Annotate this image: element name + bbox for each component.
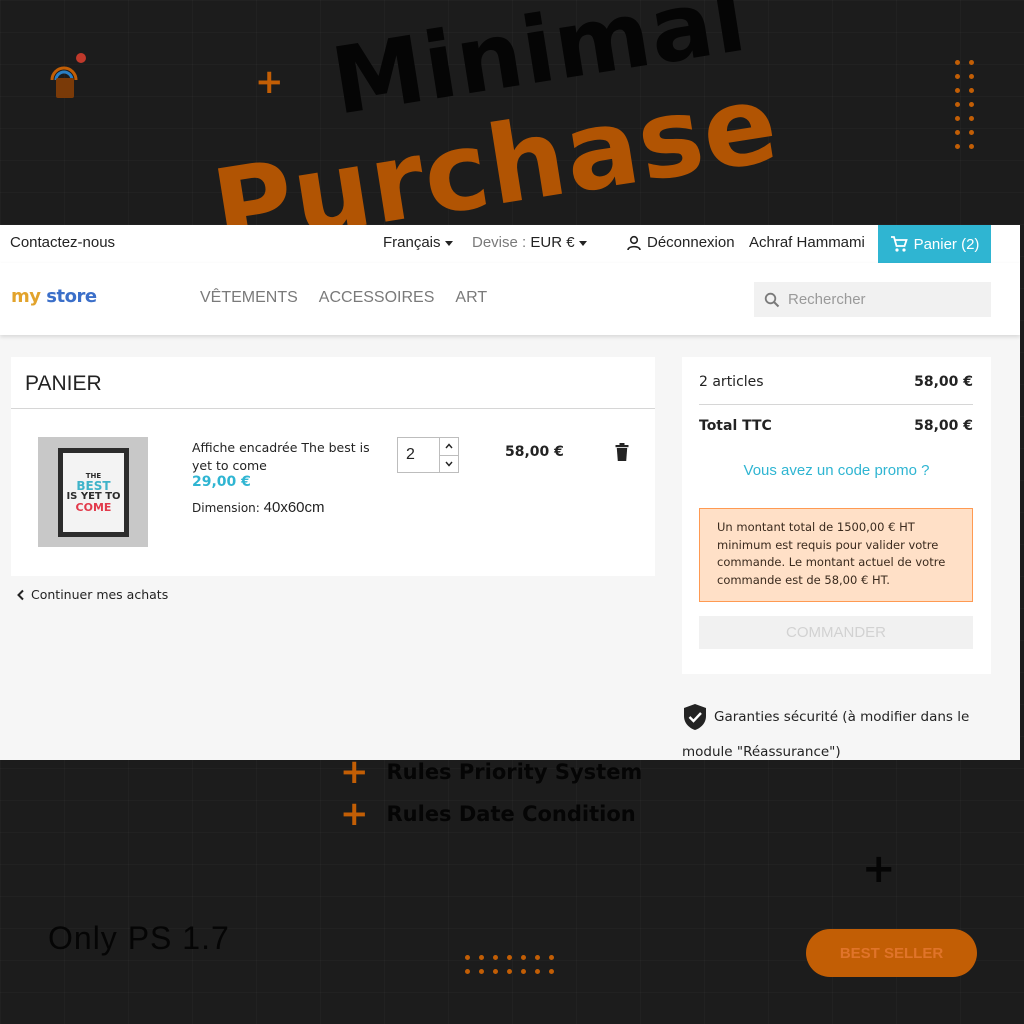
logout-label: Déconnexion [647,234,735,251]
summary-products-row: 2 articles 58,00 € [699,374,973,390]
feature-item: + Rules Date Condition [340,794,636,834]
search-input[interactable] [788,291,978,308]
logo-text-store: store [46,286,97,307]
chevron-down-icon[interactable] [440,456,458,473]
contact-link[interactable]: Contactez-nous [10,234,115,251]
cart-panel: PANIER THE BEST IS YET TO COME Affiche e… [11,357,655,576]
summary-total-label: Total TTC [699,418,772,434]
divider [699,404,973,405]
summary-total-amount: 58,00 € [914,418,973,434]
cart-title: PANIER [25,372,102,395]
feature-label: Rules Date Condition [386,802,636,826]
summary-total-row: Total TTC 58,00 € [699,418,973,434]
shield-check-icon [684,704,706,730]
search-icon[interactable] [764,292,780,308]
caret-down-icon [578,240,587,246]
quantity-spinner [438,438,458,473]
reassurance-text: Garanties sécurité (à modifier dans le m… [682,709,970,760]
caret-down-icon [444,240,453,246]
quantity-stepper: 2 [397,437,459,473]
decor-plus-icon: + [255,62,284,102]
account-name-link[interactable]: Achraf Hammami [749,234,865,251]
main-nav: VÊTEMENTS ACCESSOIRES ART [200,289,487,307]
product-attribute: Dimension: 40x60cm [192,499,325,516]
poster-frame: THE BEST IS YET TO COME [58,448,129,537]
continue-shopping-label: Continuer mes achats [31,587,169,602]
currency-label: Devise : [472,234,527,251]
currency-selector[interactable]: Devise : EUR € [472,234,587,251]
language-selector[interactable]: Français [383,234,453,251]
nav-item-clothes[interactable]: VÊTEMENTS [200,289,298,307]
attribute-label: Dimension: [192,501,260,515]
language-value: Français [383,234,441,251]
continue-shopping-link[interactable]: Continuer mes achats [16,587,168,602]
summary-products-amount: 58,00 € [914,374,973,390]
decor-plus-icon: + [862,846,896,892]
decor-dots [465,955,554,974]
cart-summary: 2 articles 58,00 € Total TTC 58,00 € Vou… [682,357,991,674]
store-cart-page: Contactez-nous Français Devise : EUR € D… [0,225,1020,760]
feature-label: Rules Priority System [386,760,643,784]
nav-item-art[interactable]: ART [455,289,487,307]
minimum-purchase-alert: Un montant total de 1500,00 € HT minimum… [699,508,973,602]
search-box [754,282,991,317]
module-logo-icon [50,53,86,98]
attribute-value: 40x60cm [263,499,325,516]
nav-item-accessories[interactable]: ACCESSOIRES [319,289,435,307]
poster-text: COME [75,500,112,514]
user-icon [627,235,641,250]
poster-mat: THE BEST IS YET TO COME [63,453,124,532]
chevron-left-icon [17,589,24,600]
poster-text: BEST [76,478,111,493]
summary-products-label: 2 articles [699,374,764,390]
cart-button[interactable]: Panier (2) [878,225,991,263]
store-logo[interactable]: my store [11,286,97,307]
main-header: my store VÊTEMENTS ACCESSOIRES ART [0,263,1020,335]
line-total-price: 58,00 € [505,444,564,460]
shopping-cart-icon [890,236,908,252]
quantity-input[interactable]: 2 [398,438,439,472]
logout-link[interactable]: Déconnexion [626,234,735,251]
reassurance-block: Garanties sécurité (à modifier dans le m… [682,700,1002,760]
product-image[interactable]: THE BEST IS YET TO COME [38,437,148,547]
promo-code-link[interactable]: Vous avez un code promo ? [682,462,991,479]
poster-text: IS YET TO [66,490,121,502]
divider [11,408,655,409]
decor-dots [955,60,974,149]
chevron-up-icon[interactable] [439,438,458,456]
plus-icon: + [340,794,369,834]
top-bar: Contactez-nous Français Devise : EUR € D… [0,225,1020,263]
compatibility-note: Only PS 1.7 [48,920,230,956]
product-name-link[interactable]: Affiche encadrée The best is yet to come [192,439,377,475]
best-seller-badge: BEST SELLER [806,929,977,977]
currency-value: EUR € [530,234,575,251]
cart-label: Panier (2) [913,235,980,253]
logo-text-my: my [11,286,41,307]
trash-icon[interactable] [615,443,629,461]
product-unit-price: 29,00 € [192,474,251,490]
checkout-button[interactable]: COMMANDER [699,616,973,649]
